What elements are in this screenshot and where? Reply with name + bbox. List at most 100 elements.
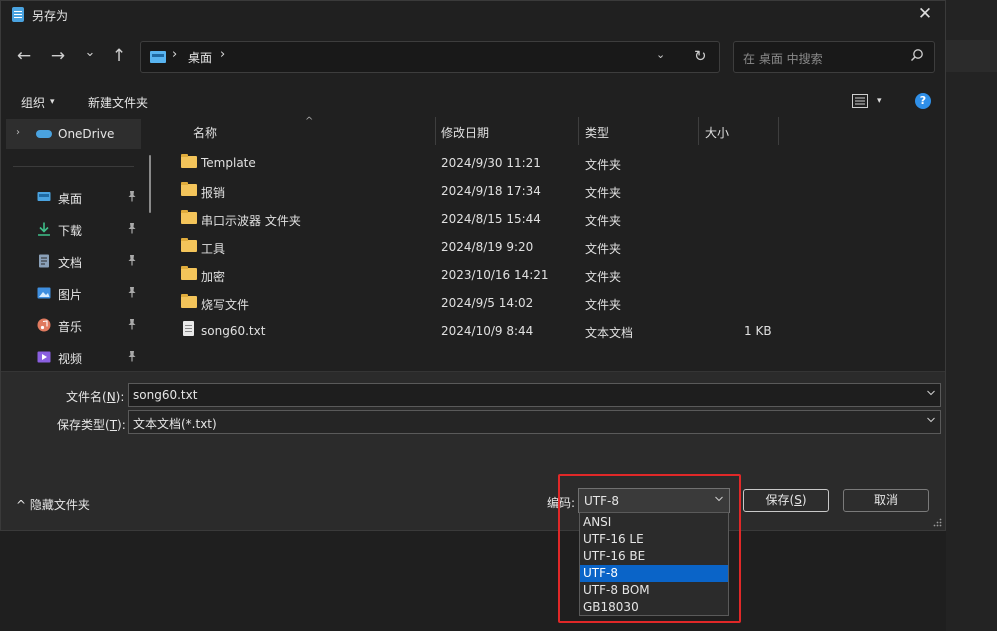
cloud-icon [36,130,52,138]
sidebar-item-label: OneDrive [58,127,115,141]
column-header-size[interactable]: 大小 [705,124,729,141]
column-divider[interactable] [578,117,579,145]
file-type: 文件夹 [585,214,622,228]
sidebar-item-label: 视频 [58,352,83,366]
background-window-lower [0,531,946,631]
music-icon [37,318,51,332]
file-modified: 2024/8/19 9:20 [441,240,534,254]
file-modified: 2024/10/9 8:44 [441,324,534,338]
filetype-label: 保存类型(T): [57,418,126,432]
chevron-down-icon[interactable]: ▾ [877,96,882,106]
file-row[interactable]: 串口示波器 文件夹 2024/8/15 15:44 文件夹 [163,205,945,233]
chevron-down-icon[interactable] [927,416,935,424]
column-divider[interactable] [698,117,699,145]
folder-icon [181,154,197,168]
pin-icon [126,222,138,234]
file-row[interactable]: 加密 2023/10/16 14:21 文件夹 [163,261,945,289]
breadcrumb-separator[interactable]: › [220,47,225,62]
sidebar-item-label: 图片 [58,288,83,302]
file-modified: 2024/9/5 14:02 [441,296,534,310]
file-type: 文件夹 [585,158,622,172]
highlight-box [558,474,741,623]
background-window [946,0,997,631]
column-divider[interactable] [435,117,436,145]
sidebar-item-document[interactable]: 文档 [1,247,151,275]
file-size: 1 KB [744,324,772,338]
file-row[interactable]: 工具 2024/8/19 9:20 文件夹 [163,233,945,261]
chevron-down-icon: ▾ [50,97,55,107]
filename-value: song60.txt [133,388,198,402]
breadcrumb-desktop[interactable]: 桌面 [188,49,212,66]
refresh-icon[interactable]: ↻ [694,47,707,65]
file-type: 文件夹 [585,242,622,256]
resize-grip-icon[interactable] [932,518,942,528]
forward-button[interactable]: → [46,45,70,69]
folder-icon [181,294,197,308]
filename-input[interactable]: song60.txt [128,383,941,407]
column-divider[interactable] [778,117,779,145]
sidebar-item-onedrive[interactable]: › OneDrive [6,119,141,149]
folder-icon [181,210,197,224]
view-options-icon[interactable] [852,94,868,108]
filename-label: 文件名(N): [66,390,125,404]
file-modified: 2024/9/18 17:34 [441,184,541,198]
recent-locations-button[interactable]: ⌄ [78,42,102,66]
chevron-right-icon[interactable]: › [16,127,20,138]
organize-button[interactable]: 组织 [21,94,45,111]
column-header-type[interactable]: 类型 [585,124,609,141]
search-placeholder: 在 桌面 中搜索 [743,52,823,66]
new-folder-button[interactable]: 新建文件夹 [88,94,148,111]
document-icon [39,254,49,268]
pin-icon [126,350,138,362]
navigation-bar: ← → ⌄ ↑ › 桌面 › ⌄ ↻ 在 桌面 中搜索 [1,39,945,75]
help-icon[interactable]: ? [915,93,931,109]
sidebar-item-label: 音乐 [58,320,83,334]
hide-folders-button[interactable]: ^ 隐藏文件夹 [16,496,90,513]
navigation-pane: › OneDrive 桌面下载文档图片音乐视频 [1,119,161,371]
desktop-icon [150,51,166,63]
address-dropdown-icon[interactable]: ⌄ [656,48,665,61]
address-bar[interactable]: › 桌面 › ⌄ ↻ [140,41,720,73]
sidebar-item-desktop[interactable]: 桌面 [1,183,151,211]
sidebar-item-label: 桌面 [58,192,83,206]
cancel-button[interactable]: 取消 [843,489,929,512]
file-row[interactable]: song60.txt 2024/10/9 8:44 文本文档 1 KB [163,317,945,345]
filetype-select[interactable]: 文本文档(*.txt) [128,410,941,434]
column-header-modified[interactable]: 修改日期 [441,124,489,141]
file-row[interactable]: 烧写文件 2024/9/5 14:02 文件夹 [163,289,945,317]
file-name: 报销 [201,186,226,200]
sidebar-item-download[interactable]: 下载 [1,215,151,243]
file-modified: 2024/8/15 15:44 [441,212,541,226]
file-list: 名称 ^ 修改日期 类型 大小 Template 2024/9/30 11:21 文… [163,116,945,371]
save-button[interactable]: 保存(S) [743,489,829,512]
save-as-dialog: 另存为 ✕ ← → ⌄ ↑ › 桌面 › ⌄ ↻ 在 桌面 中搜索 组织 ▾ 新… [0,0,946,531]
chevron-down-icon[interactable] [927,389,935,397]
up-button[interactable]: ↑ [107,45,131,69]
folder-icon [181,266,197,280]
file-type: 文件夹 [585,186,622,200]
file-name: 加密 [201,270,226,284]
file-row[interactable]: Template 2024/9/30 11:21 文件夹 [163,149,945,177]
folder-icon [181,182,197,196]
sidebar-item-pictures[interactable]: 图片 [1,279,151,307]
sidebar-item-video[interactable]: 视频 [1,343,151,371]
file-type: 文本文档 [585,326,634,340]
pictures-icon [37,287,51,299]
file-modified: 2024/9/30 11:21 [441,156,541,170]
pin-icon [126,318,138,330]
file-name: Template [201,156,256,170]
file-row[interactable]: 报销 2024/9/18 17:34 文件夹 [163,177,945,205]
sidebar-item-music[interactable]: 音乐 [1,311,151,339]
breadcrumb-separator: › [172,47,178,62]
back-button[interactable]: ← [12,45,36,69]
file-name: 工具 [201,242,226,256]
save-options-pane: 文件名(N): song60.txt 保存类型(T): 文本文档(*.txt) … [1,372,945,530]
sort-ascending-icon: ^ [305,116,314,127]
text-file-icon [183,321,194,336]
video-icon [37,351,51,363]
column-header-name[interactable]: 名称 [193,124,217,141]
close-button[interactable]: ✕ [905,1,945,29]
pin-icon [126,286,138,298]
search-input[interactable]: 在 桌面 中搜索 [733,41,935,73]
notepad-icon [12,7,24,22]
